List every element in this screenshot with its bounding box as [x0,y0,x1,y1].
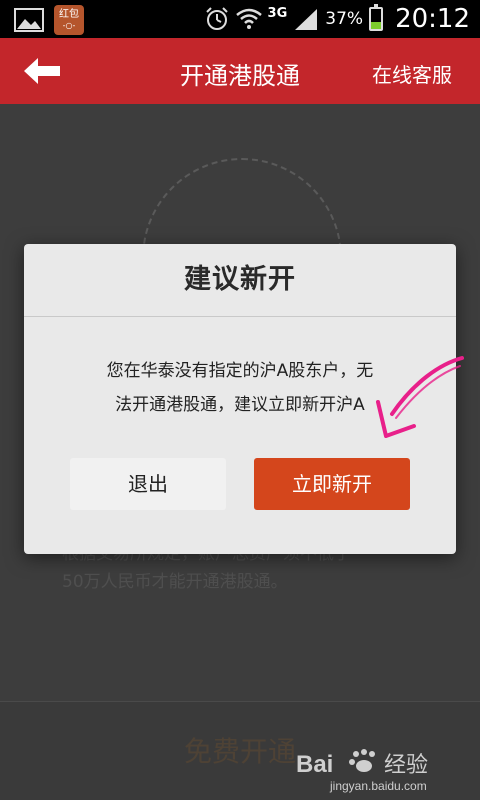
dialog-title: 建议新开 [184,264,296,295]
dialog-message: 您在华泰没有指定的沪A股东户，无 法开通港股通，建议立即新开沪A [70,354,410,422]
notice-line-2: 50万人民币才能开通港股通。 [62,572,288,592]
status-bar: 红包 -○- 3G 37% 20:12 [0,0,480,38]
dialog-message-line-1: 您在华泰没有指定的沪A股东户，无 [106,361,374,381]
gallery-icon [14,8,44,32]
network-type: 3G [267,5,288,21]
status-left: 红包 -○- [14,5,84,35]
battery-fill [371,21,382,29]
exit-button[interactable]: 退出 [70,458,226,510]
dialog-message-line-2: 法开通港股通，建议立即新开沪A [115,395,365,415]
battery-percent: 37% [325,9,364,29]
annotation-arrow-icon [376,356,464,438]
baidu-jingyan-watermark: Bai 经验 jingyan.baidu.com [296,749,428,793]
svg-text:Bai: Bai [296,751,333,778]
battery-icon [369,4,384,31]
signal-icon [295,9,318,30]
watermark-url: jingyan.baidu.com [329,779,427,793]
hongbao-label: 红包 [59,9,79,20]
alarm-icon [205,7,228,30]
watermark-text: 经验 [384,753,428,778]
bottom-bar: 免费开通 Bai 经验 jingyan.baidu.com [0,701,480,800]
clock: 20:12 [395,4,470,34]
wifi-icon [235,8,262,29]
hongbao-icon: 红包 -○- [54,5,84,35]
header-bar: 开通港股通 在线客服 [0,38,480,104]
open-now-button[interactable]: 立即新开 [254,458,410,510]
online-service-link[interactable]: 在线客服 [372,59,452,88]
status-right: 3G 37% 20:12 [204,2,470,36]
dialog-divider [24,316,456,317]
